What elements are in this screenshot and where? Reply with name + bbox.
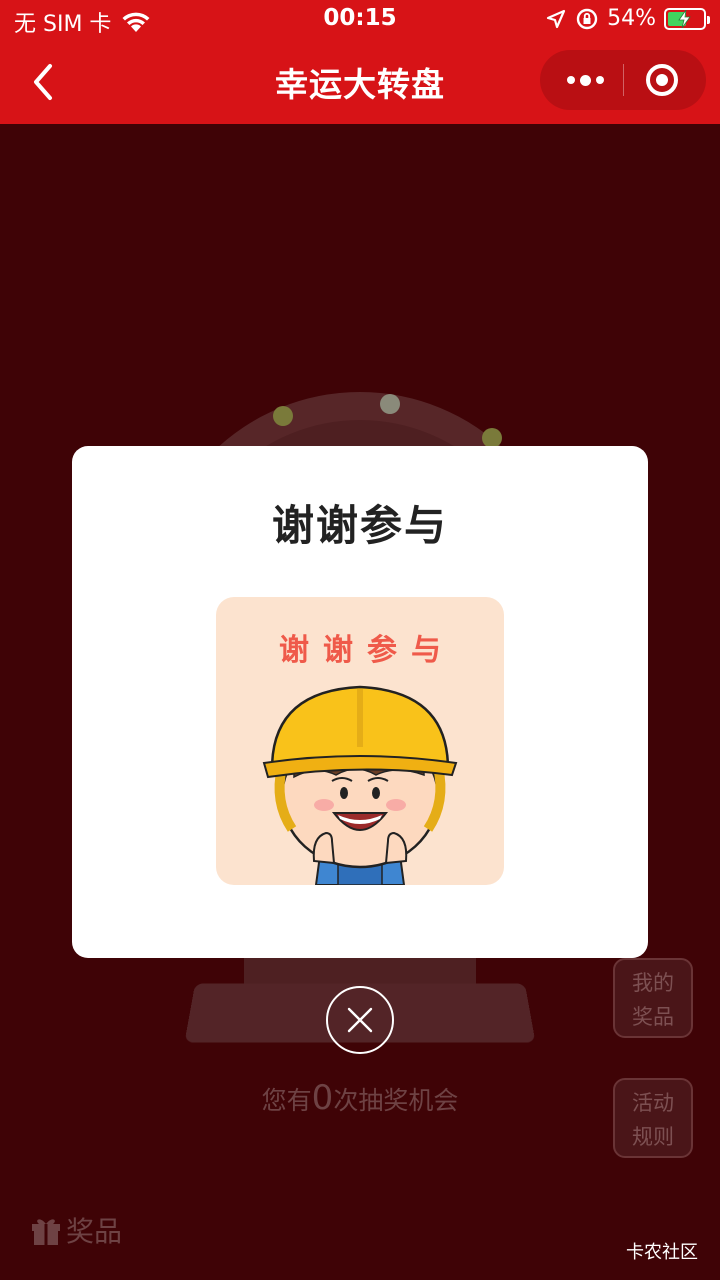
modal-close-button[interactable] <box>326 986 394 1054</box>
nav-bar: 幸运大转盘 <box>0 40 720 124</box>
result-modal: 谢谢参与 谢谢参与 <box>72 446 648 958</box>
charging-bolt-icon <box>678 9 691 28</box>
modal-title: 谢谢参与 <box>271 501 448 550</box>
prize-tab[interactable]: 奖品 <box>30 1210 122 1250</box>
chances-prefix: 您有 <box>261 1086 312 1115</box>
thumbs-up-boy-illustration <box>262 685 458 885</box>
prize-image-card: 谢谢参与 <box>216 597 504 885</box>
chances-count: 0 <box>311 1078 334 1118</box>
battery-percent: 54% <box>607 6 656 31</box>
wheel-bulb <box>482 428 502 448</box>
more-button[interactable] <box>560 50 610 110</box>
my-prizes-button[interactable]: 我的 奖品 <box>613 958 693 1038</box>
close-mini-program-button[interactable] <box>646 64 678 96</box>
chances-suffix: 次抽奖机会 <box>333 1086 459 1115</box>
wheel-bulb <box>380 394 400 414</box>
watermark: 卡农社区 <box>626 1242 698 1263</box>
close-icon <box>347 1007 373 1033</box>
battery-icon <box>664 7 710 30</box>
wheel-bulb <box>273 406 293 426</box>
draw-chances: 您有0次抽奖机会 <box>0 1078 720 1118</box>
location-arrow-icon <box>546 9 566 28</box>
gift-icon <box>32 1219 60 1245</box>
status-bar: 无 SIM 卡 00:15 54% <box>0 0 720 40</box>
prize-tab-label: 奖品 <box>66 1215 123 1248</box>
header: 无 SIM 卡 00:15 54% 幸运大转盘 <box>0 0 720 124</box>
rotation-lock-icon <box>576 8 598 29</box>
mini-program-capsule <box>540 50 706 110</box>
